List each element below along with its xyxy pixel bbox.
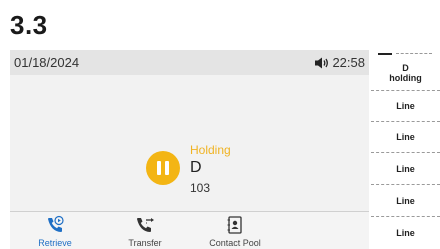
line-key-label: Line bbox=[396, 131, 415, 142]
status-time: 22:58 bbox=[332, 55, 365, 70]
call-status: Holding bbox=[190, 143, 231, 157]
contact-pool-button[interactable]: Contact Pool bbox=[190, 212, 280, 249]
call-area: Holding D 103 bbox=[10, 75, 369, 211]
line-key-sublabel: holding bbox=[389, 72, 422, 83]
caller-name: D bbox=[190, 159, 202, 176]
softkey-bar: Retrieve Transfer Contact Pool bbox=[10, 211, 369, 249]
contact-pool-label: Contact Pool bbox=[209, 238, 261, 248]
line-key-1[interactable]: D holding bbox=[371, 57, 440, 88]
line-key-label: Line bbox=[396, 100, 415, 111]
pause-icon bbox=[146, 151, 180, 185]
line-key-2[interactable]: Line bbox=[371, 90, 440, 121]
contact-book-icon bbox=[227, 216, 242, 234]
speaker-volume-icon bbox=[315, 57, 329, 68]
line-key-marker bbox=[378, 53, 392, 55]
status-right: 22:58 bbox=[315, 55, 365, 70]
status-date: 01/18/2024 bbox=[14, 55, 80, 70]
section-heading: 3.3 bbox=[10, 10, 48, 40]
line-key-divider bbox=[396, 53, 432, 54]
phone-screen: 01/18/2024 22:58 Holding D 103 Retrieve … bbox=[10, 50, 369, 249]
retrieve-call-icon bbox=[48, 215, 64, 232]
line-key-3[interactable]: Line bbox=[371, 121, 440, 152]
retrieve-button[interactable]: Retrieve bbox=[10, 212, 100, 249]
line-key-4[interactable]: Line bbox=[371, 153, 440, 184]
line-key-label: Line bbox=[396, 163, 415, 174]
line-key-5[interactable]: Line bbox=[371, 185, 440, 216]
retrieve-label: Retrieve bbox=[38, 238, 72, 248]
caller-number: 103 bbox=[190, 181, 211, 195]
line-key-label: Line bbox=[396, 195, 415, 206]
line-key-label: D bbox=[402, 62, 409, 73]
transfer-button[interactable]: Transfer bbox=[100, 212, 190, 249]
status-bar: 01/18/2024 22:58 bbox=[10, 50, 369, 75]
transfer-label: Transfer bbox=[128, 238, 162, 248]
line-key-6[interactable]: Line bbox=[371, 217, 440, 248]
transfer-call-icon bbox=[137, 218, 154, 232]
line-key-label: Line bbox=[396, 227, 415, 238]
line-key-strip: D holding Line Line Line Line Line bbox=[371, 50, 440, 248]
